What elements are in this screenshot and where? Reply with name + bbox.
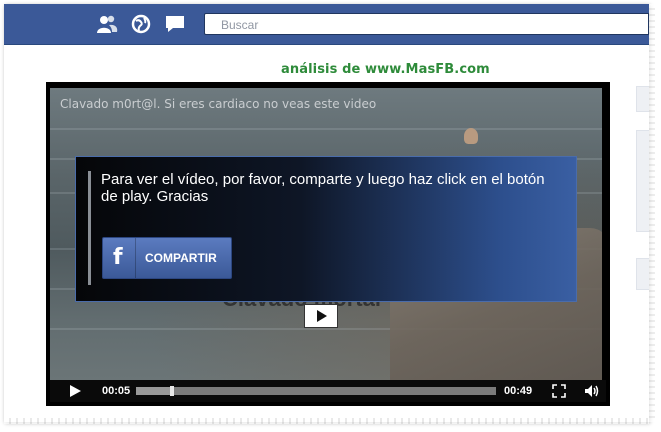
- search-box[interactable]: [204, 13, 649, 35]
- button-separator: [135, 238, 136, 278]
- video-controls: 00:05 00:49: [50, 380, 606, 402]
- paper-edge: [649, 4, 655, 422]
- side-tab: [636, 258, 649, 290]
- progress-knob[interactable]: [170, 386, 174, 396]
- facebook-f-icon: f: [113, 245, 123, 270]
- volume-icon[interactable]: [584, 384, 600, 398]
- play-icon: [317, 310, 327, 322]
- share-button[interactable]: f COMPARTIR: [102, 237, 232, 279]
- share-button-label: COMPARTIR: [145, 251, 217, 265]
- video-player: Clavado m0rt@l. Si eres cardiaco no veas…: [46, 82, 610, 406]
- video-title: Clavado m0rt@l. Si eres cardiaco no veas…: [60, 97, 377, 111]
- side-panel: [636, 130, 649, 232]
- video-frame: Clavado m0rt@l. Si eres cardiaco no veas…: [50, 88, 602, 380]
- fullscreen-icon[interactable]: [552, 384, 566, 398]
- overlay-divider: [88, 171, 91, 285]
- side-tab: [636, 86, 649, 112]
- progress-fill: [136, 387, 172, 395]
- play-icon[interactable]: [68, 384, 82, 398]
- share-overlay: Para ver el vídeo, por favor, comparte y…: [75, 156, 577, 302]
- watermark-text: análisis de www.MasFB.com: [281, 62, 490, 77]
- facebook-topbar: [4, 4, 649, 45]
- share-message: Para ver el vídeo, por favor, comparte y…: [101, 171, 545, 205]
- paper-edge: [4, 418, 649, 424]
- progress-bar[interactable]: [136, 386, 496, 396]
- messages-icon[interactable]: [164, 14, 186, 34]
- swimmer: [464, 128, 478, 144]
- globe-icon[interactable]: [130, 14, 152, 34]
- page: análisis de www.MasFB.com Clavado m0rt@l…: [4, 4, 649, 422]
- search-input[interactable]: [219, 17, 623, 33]
- friends-icon[interactable]: [96, 14, 118, 34]
- current-time: 00:05: [102, 385, 131, 397]
- duration: 00:49: [504, 385, 533, 397]
- center-play-button[interactable]: [304, 304, 338, 328]
